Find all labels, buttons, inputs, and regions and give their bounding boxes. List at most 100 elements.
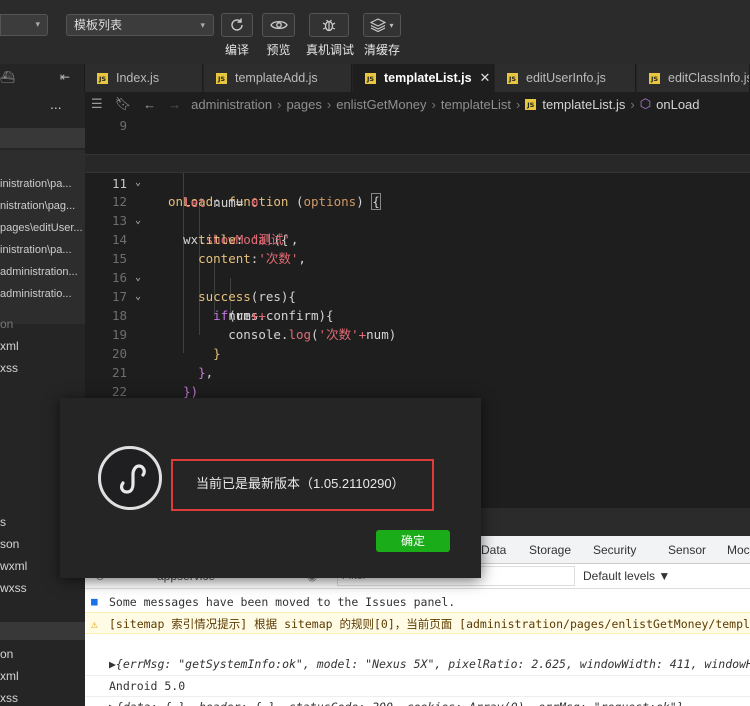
tab-sensor[interactable]: Sensor: [668, 543, 706, 557]
info-icon: ■: [91, 595, 98, 608]
tab-template-add-js[interactable]: JS templateAdd.js: [204, 64, 352, 92]
chevron-down-icon: ▾: [35, 19, 40, 29]
code-line: 13 title: '测试',: [111, 213, 299, 247]
code-line-current: 11 let num= 0: [85, 154, 750, 210]
chevron-down-icon: ▾: [389, 20, 394, 30]
sidebar-item-path[interactable]: administration...: [0, 261, 85, 283]
remote-debug-label: 真机调试: [305, 43, 354, 57]
sidebar-section-header[interactable]: [0, 128, 85, 148]
console-object-line[interactable]: ▶{errMsg: "getSystemInfo:ok", model: "Ne…: [85, 654, 750, 674]
breadcrumb-file[interactable]: templateList.js: [542, 97, 625, 112]
sidebar-file[interactable]: s: [0, 515, 6, 529]
devtools-window: ▾ 模板列表 ▾ ▾ 编译 预览 真机调试 清缓存 ⛴ ⇤ JS Index.js…: [0, 0, 750, 706]
breadcrumb-symbol[interactable]: onLoad: [656, 97, 699, 112]
sidebar-toolbar: [0, 92, 85, 116]
sidebar-file[interactable]: xss: [0, 361, 18, 375]
chevron-down-icon: ▾: [200, 20, 205, 30]
cube-icon: ⬡: [639, 96, 652, 111]
code-line: 14 content:'次数',: [111, 232, 306, 266]
tab-index-js[interactable]: JS Index.js: [85, 64, 203, 92]
top-toolbar: ▾ 模板列表 ▾ ▾ 编译 预览 真机调试 清缓存: [0, 0, 750, 64]
mode-select[interactable]: ▾: [0, 14, 48, 36]
js-file-icon: JS: [216, 72, 227, 84]
code-line: 18 console.log('次数'+num): [111, 308, 397, 342]
sidebar-file[interactable]: xml: [0, 669, 19, 683]
sidebar-file[interactable]: wxml: [0, 559, 27, 573]
code-line: 22: [111, 384, 127, 399]
sidebar-file[interactable]: xss: [0, 691, 18, 705]
code-line: 12 ⌄ wx.showModal({: [111, 194, 289, 247]
breadcrumb-segment[interactable]: enlistGetMoney: [336, 97, 426, 112]
sidebar-file[interactable]: son: [0, 537, 19, 551]
tab-edit-user-info-js[interactable]: JS editUserInfo.js: [495, 64, 636, 92]
breadcrumb-segment[interactable]: templateList: [441, 97, 511, 112]
mini-program-logo-icon: [98, 446, 162, 510]
code-line: 16 ⌄ if(res.confirm){: [111, 270, 334, 323]
collapse-sidebar-icon[interactable]: ⇤: [60, 70, 70, 84]
forward-arrow-icon[interactable]: →: [168, 97, 181, 112]
back-arrow-icon[interactable]: ←: [143, 97, 156, 112]
breadcrumb-segment[interactable]: pages: [286, 97, 321, 112]
update-message: 当前已是最新版本（1.05.2110290）: [196, 476, 405, 491]
sidebar-file[interactable]: wxss: [0, 581, 27, 595]
clear-cache-label: 清缓存: [363, 43, 400, 57]
update-dialog: 当前已是最新版本（1.05.2110290） 确定: [60, 398, 481, 578]
sidebar-header: ⛴ ⇤: [0, 64, 85, 92]
bug-icon: [322, 19, 336, 32]
eye-icon: [269, 20, 288, 30]
console-message: Android 5.0: [85, 675, 750, 695]
log-levels-select[interactable]: Default levels ▼: [583, 569, 670, 583]
template-select[interactable]: 模板列表 ▾: [66, 14, 214, 36]
confirm-button[interactable]: 确定: [376, 530, 450, 552]
close-icon[interactable]: ✕: [480, 70, 491, 86]
warning-icon: ⚠: [91, 617, 98, 631]
code-line: 9: [119, 118, 127, 133]
tab-template-list-js[interactable]: JS templateList.js ✕: [353, 64, 494, 92]
sidebar-section-header[interactable]: [0, 622, 85, 640]
layers-icon: [370, 18, 387, 32]
template-select-value: 模板列表: [74, 18, 123, 32]
preview-label: 预览: [266, 43, 291, 57]
compile-label: 编译: [224, 43, 249, 57]
sidebar-item-path[interactable]: inistration\pa...: [0, 239, 85, 261]
breadcrumb-segment[interactable]: administration: [191, 97, 272, 112]
breadcrumb: ☰ 🔖︎ ← → administration › pages › enlist…: [85, 92, 750, 116]
more-icon[interactable]: ...: [50, 96, 62, 112]
docker-icon: ⛴: [0, 70, 16, 84]
bookmark-icon[interactable]: 🔖︎: [115, 96, 132, 112]
js-file-icon: JS: [525, 98, 537, 110]
compile-button[interactable]: [221, 13, 253, 37]
code-line: 19 }: [111, 327, 221, 361]
tab-data[interactable]: Data: [481, 543, 506, 557]
chevron-right-icon: ›: [630, 96, 635, 112]
preview-button[interactable]: [262, 13, 295, 37]
code-line: 15 ⌄ success(res){: [111, 251, 296, 304]
sidebar-file[interactable]: on: [0, 317, 13, 331]
js-file-icon: JS: [507, 72, 518, 84]
link-loop-icon: [120, 464, 146, 494]
chevron-right-icon: ›: [277, 96, 282, 112]
sidebar-item-path[interactable]: nistration\pag...: [0, 195, 85, 217]
console-object-line[interactable]: ▶{data: {…}, header: {…}, statusCode: 20…: [85, 696, 750, 706]
tab-security[interactable]: Security: [593, 543, 636, 557]
code-line: 10 ⌄ onLoad: function (options) {: [85, 135, 750, 210]
chevron-right-icon: ›: [515, 96, 521, 112]
chevron-right-icon: ›: [326, 96, 332, 112]
list-icon[interactable]: ☰: [91, 96, 103, 112]
js-file-icon: JS: [97, 72, 108, 84]
console-warning: ⚠ [sitemap 索引情况提示] 根据 sitemap 的规则[0]，当前页…: [85, 612, 750, 634]
sidebar-file[interactable]: on: [0, 647, 13, 661]
tab-edit-class-info-js[interactable]: JS editClassInfo.js: [637, 64, 750, 92]
console-message: ■ Some messages have been moved to the I…: [85, 592, 750, 612]
js-file-icon: JS: [365, 72, 376, 84]
remote-debug-button[interactable]: [309, 13, 349, 37]
sidebar-item-path[interactable]: inistration\pa...: [0, 173, 85, 195]
tab-mock[interactable]: Moc: [727, 543, 750, 557]
sidebar-item-path[interactable]: administratio...: [0, 283, 85, 305]
sidebar-item-path[interactable]: pages\editUser...: [0, 217, 85, 239]
tab-storage[interactable]: Storage: [529, 543, 571, 557]
code-line: 21 }): [111, 365, 199, 399]
clear-cache-button[interactable]: ▾: [363, 13, 401, 37]
sidebar-file[interactable]: xml: [0, 339, 19, 353]
chevron-right-icon: ›: [431, 96, 436, 112]
